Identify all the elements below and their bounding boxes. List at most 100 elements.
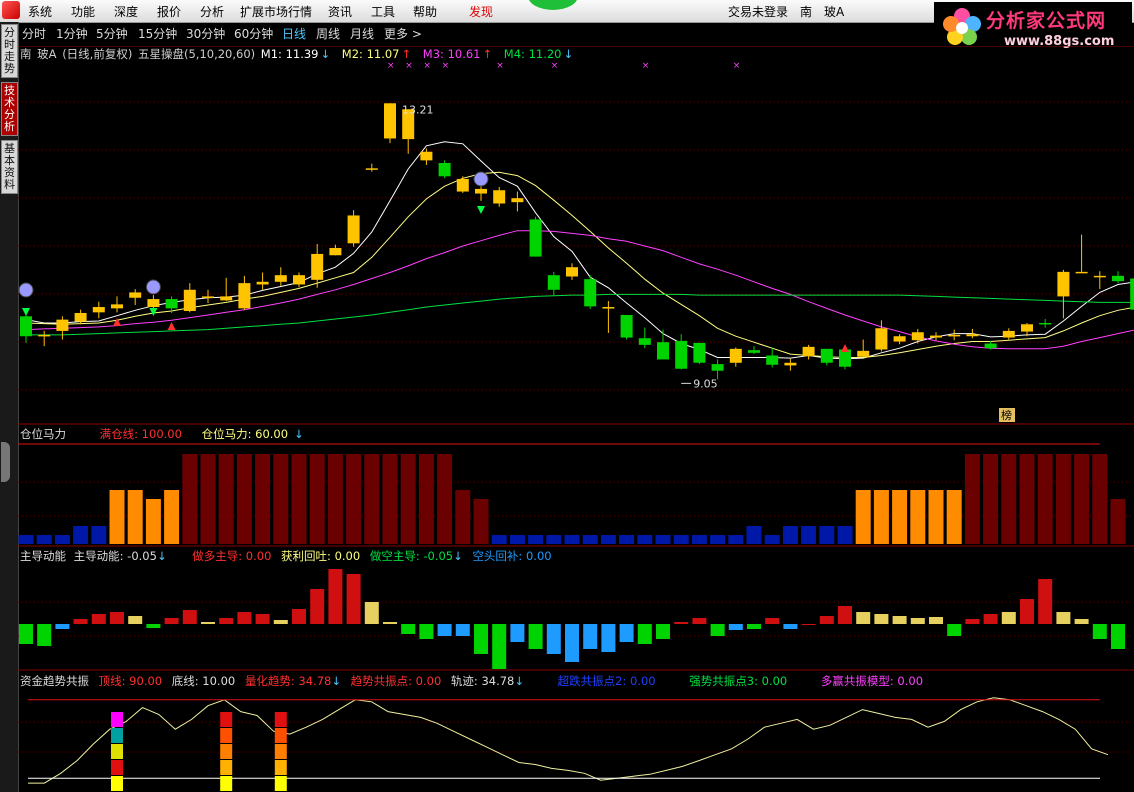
kinetic-bar [728,624,743,630]
candle-body [729,348,742,363]
position-bar [1074,454,1090,544]
position-bar [546,535,562,544]
candle-body [129,292,142,298]
period-intraday[interactable]: 分时 [22,25,46,42]
tab-intraday[interactable]: 分时走势 [1,24,18,78]
candle-body [529,219,542,257]
candle-body [111,304,123,309]
panel3-cover: 空头回补: 0.00 [472,549,552,563]
login-status[interactable]: 交易未登录 [728,3,788,20]
panel4-bottom: 底线: 10.00 [171,674,236,688]
menu-help[interactable]: 帮助 [413,3,437,20]
kinetic-bar [838,606,852,624]
kinetic-bar [765,618,780,624]
candle-body [911,332,924,341]
resonance-stack [111,776,123,791]
signal-mark: × [405,61,413,71]
low-price-label: 9.05 [693,377,718,390]
candle-body [420,151,433,161]
sad-face-icon [473,171,489,187]
candle-body [456,178,469,192]
bang-badge: 榜 [1001,408,1012,422]
position-bar [145,499,161,544]
position-bar [437,454,453,544]
position-bar [200,454,216,544]
menu-extended-market[interactable]: 扩展市场行情 [240,3,312,20]
period-60min[interactable]: 60分钟 [234,25,273,42]
menu-news[interactable]: 资讯 [328,3,352,20]
panel3-short-arrow-icon: ↓ [453,549,463,563]
candle-body [475,188,487,194]
menu-function[interactable]: 功能 [71,3,95,20]
position-bar [746,526,762,544]
signal-mark: × [423,61,431,71]
period-5min[interactable]: 5分钟 [96,25,128,42]
position-bar [528,535,544,544]
candle-body [20,316,32,337]
tab-technical[interactable]: 技术分析 [1,82,18,136]
sad-face-icon [18,282,34,298]
kinetic-bar [455,624,470,636]
candle-body [766,355,779,365]
kinetic-bar [182,610,197,624]
position-bar [1110,499,1126,544]
ma-line-m3 [25,230,1134,350]
kinetic-bar [19,624,33,644]
resonance-stack [220,744,233,759]
panel3-title-bar: 主导动能 主导动能: -0.05↓ 做多主导: 0.00 获利回吐: 0.00 … [20,548,558,564]
panel2-down-arrow-icon: ↓ [294,427,304,441]
period-30min[interactable]: 30分钟 [186,25,225,42]
signal-mark: × [733,61,741,71]
panel4-top: 顶线: 90.00 [98,674,163,688]
market-label: 南 [800,5,813,19]
resonance-stack [274,776,287,791]
period-15min[interactable]: 15分钟 [138,25,177,42]
period-1min[interactable]: 1分钟 [56,25,88,42]
candle-body [784,362,797,366]
kinetic-bar [583,624,598,649]
kinetic-bar [310,589,325,624]
position-bar [164,490,180,544]
menu-depth[interactable]: 深度 [114,3,138,20]
app-logo-icon [2,1,20,19]
period-monthly[interactable]: 月线 [350,25,374,42]
candle-body [1093,275,1106,278]
candle-body [638,338,651,345]
position-bar [764,535,780,544]
candle-body [930,335,942,338]
menu-discover[interactable]: 发现 [469,3,493,20]
candle-body [966,334,979,337]
kinetic-bar [546,624,561,654]
candle-body [147,299,160,308]
period-weekly[interactable]: 周线 [316,25,340,42]
menu-tools[interactable]: 工具 [371,3,395,20]
collapse-handle[interactable] [1,442,10,482]
menu-analysis[interactable]: 分析 [200,3,224,20]
tab-fundamental[interactable]: 基本资料 [1,140,18,194]
panel3-kinetic: 主导动能: -0.05 [73,549,157,563]
position-bar [400,454,416,544]
buy-arrow-icon [167,322,176,330]
panel4-title: 资金趋势共振 [20,674,89,688]
candle-body [56,319,69,331]
position-bar [273,454,289,544]
menu-quote[interactable]: 报价 [157,3,181,20]
position-bar [473,499,489,544]
panel2-power: 仓位马力: 60.00 [201,427,289,441]
position-bar [782,526,798,544]
kinetic-bar [401,624,416,634]
panel4-track-arrow-icon: ↓ [514,674,525,688]
period-daily[interactable]: 日线 [282,25,306,42]
period-more[interactable]: 更多 > [384,25,422,42]
kinetic-bar [346,574,361,624]
panel3-profit: 获利回吐: 0.00 [281,549,361,563]
kinetic-bar [892,616,907,624]
menu-system[interactable]: 系统 [28,3,52,20]
candle-body [384,103,396,139]
candle-body [202,296,214,298]
position-bar [983,454,999,544]
candle-body [566,267,578,277]
position-bar [910,490,926,544]
resonance-stack [220,712,233,727]
kinetic-bar [255,614,270,624]
